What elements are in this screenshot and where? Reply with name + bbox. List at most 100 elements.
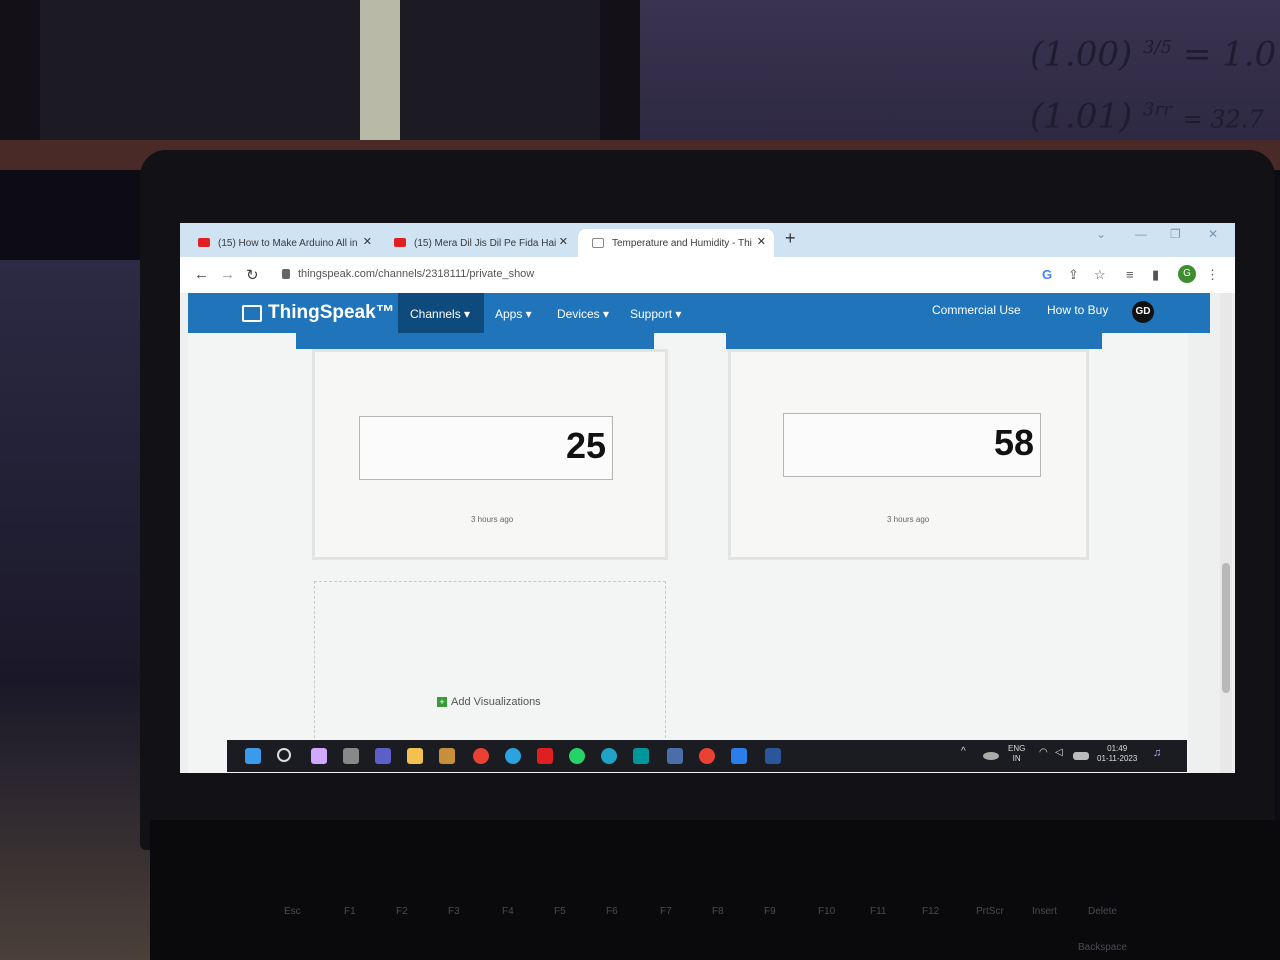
browser-tab[interactable]: (15) Mera Dil Jis Dil Pe Fida Hai ✕ bbox=[380, 229, 576, 257]
add-visualizations-link[interactable]: + Add Visualizations bbox=[437, 696, 541, 708]
windows-start-icon[interactable] bbox=[245, 748, 261, 764]
key-f5: F5 bbox=[554, 906, 566, 917]
address-bar[interactable]: thingspeak.com/channels/2318111/private_… bbox=[268, 263, 1068, 287]
side-panel-icon[interactable]: ▮ bbox=[1152, 267, 1159, 283]
browser-tab[interactable]: (15) How to Make Arduino All in ✕ bbox=[184, 229, 380, 257]
user-avatar[interactable]: GD bbox=[1132, 301, 1154, 323]
edge-icon[interactable] bbox=[601, 748, 617, 764]
share-icon[interactable]: ⇪ bbox=[1068, 267, 1079, 283]
forward-arrow-icon[interactable]: → bbox=[220, 266, 235, 283]
youtube-icon bbox=[198, 238, 210, 247]
chevron-down-icon[interactable]: ⌄ bbox=[1096, 227, 1106, 241]
nav-devices[interactable]: Devices ▾ bbox=[557, 307, 609, 321]
tab-title: (15) How to Make Arduino All in bbox=[218, 237, 358, 249]
back-arrow-icon[interactable]: ← bbox=[194, 266, 209, 283]
thingspeak-icon bbox=[592, 238, 604, 248]
key-backspace: Backspace bbox=[1078, 942, 1127, 953]
key-delete: Delete bbox=[1088, 906, 1117, 917]
word-icon[interactable] bbox=[765, 748, 781, 764]
key-f2: F2 bbox=[396, 906, 408, 917]
youtube-icon bbox=[394, 238, 406, 247]
menu-dots-icon[interactable]: ⋮ bbox=[1206, 267, 1219, 283]
key-f4: F4 bbox=[502, 906, 514, 917]
file-explorer-icon[interactable] bbox=[407, 748, 423, 764]
onedrive-icon[interactable] bbox=[983, 752, 999, 760]
key-f10: F10 bbox=[818, 906, 836, 917]
key-f7: F7 bbox=[660, 906, 672, 917]
page-scrollbar[interactable] bbox=[1220, 293, 1232, 773]
chrome-icon[interactable] bbox=[699, 748, 715, 764]
tab-title: Temperature and Humidity - Thi bbox=[612, 237, 752, 249]
channel-content: 25 3 hours ago 58 3 hours ago + Add Visu… bbox=[188, 333, 1188, 773]
youtube-icon[interactable] bbox=[537, 748, 553, 764]
browser-tab-active[interactable]: Temperature and Humidity - Thi ✕ bbox=[578, 229, 774, 257]
whatsapp-icon[interactable] bbox=[569, 748, 585, 764]
volume-icon[interactable]: ◁ bbox=[1055, 747, 1071, 763]
key-f12: F12 bbox=[922, 906, 940, 917]
plus-icon: + bbox=[437, 697, 447, 707]
wall-pipe bbox=[360, 0, 400, 150]
key-f8: F8 bbox=[712, 906, 724, 917]
language-indicator[interactable]: ENG IN bbox=[1008, 744, 1025, 764]
google-icon[interactable]: G bbox=[1042, 267, 1052, 282]
task-view-icon[interactable] bbox=[343, 748, 359, 764]
last-updated: 3 hours ago bbox=[887, 515, 930, 524]
wall-handwriting: (1.00) 3/5 = 1.0 (1.01) 3rr = 32.7 bbox=[1030, 34, 1277, 137]
nav-channels[interactable]: Channels ▾ bbox=[410, 307, 470, 321]
close-window-icon[interactable]: ✕ bbox=[1208, 227, 1218, 241]
key-esc: Esc bbox=[284, 906, 301, 917]
profile-avatar[interactable]: G bbox=[1178, 265, 1196, 283]
lock-icon bbox=[282, 269, 290, 279]
store-icon[interactable] bbox=[439, 748, 455, 764]
numeric-widget-temperature: 25 3 hours ago bbox=[312, 349, 668, 560]
key-f3: F3 bbox=[448, 906, 460, 917]
arduino-icon[interactable] bbox=[633, 748, 649, 764]
tab-title: (15) Mera Dil Jis Dil Pe Fida Hai bbox=[414, 237, 557, 249]
key-f1: F1 bbox=[344, 906, 356, 917]
minimize-icon[interactable]: — bbox=[1135, 227, 1147, 241]
telegram-icon[interactable] bbox=[505, 748, 521, 764]
scrollbar-thumb[interactable] bbox=[1222, 563, 1230, 693]
temperature-value: 25 bbox=[565, 425, 606, 466]
laptop-screen: (15) How to Make Arduino All in ✕ (15) M… bbox=[180, 223, 1235, 773]
clock[interactable]: 01:49 01-11-2023 bbox=[1097, 744, 1137, 764]
close-tab-icon[interactable]: ✕ bbox=[559, 235, 568, 248]
restore-icon[interactable]: ❐ bbox=[1170, 227, 1181, 241]
widget-header-temperature bbox=[296, 333, 654, 349]
thingspeak-logo[interactable]: ThingSpeak™ bbox=[242, 302, 395, 324]
chrome-icon[interactable] bbox=[473, 748, 489, 764]
key-f11: F11 bbox=[870, 906, 887, 917]
nav-apps[interactable]: Apps ▾ bbox=[495, 307, 532, 321]
editor-icon[interactable] bbox=[731, 748, 747, 764]
widget-header-humidity bbox=[726, 333, 1102, 349]
new-tab-button[interactable]: + bbox=[785, 228, 796, 249]
key-f6: F6 bbox=[606, 906, 618, 917]
reload-icon[interactable]: ↻ bbox=[246, 266, 259, 284]
bookmark-star-icon[interactable]: ☆ bbox=[1094, 267, 1106, 283]
numeric-display: 25 bbox=[359, 416, 613, 480]
numeric-widget-humidity: 58 3 hours ago bbox=[728, 349, 1089, 560]
close-tab-icon[interactable]: ✕ bbox=[757, 235, 766, 248]
battery-icon[interactable] bbox=[1073, 752, 1089, 760]
url-text: thingspeak.com/channels/2318111/private_… bbox=[298, 268, 535, 280]
wifi-icon[interactable]: ◠ bbox=[1039, 747, 1055, 763]
reading-list-icon[interactable]: ≡ bbox=[1126, 267, 1134, 282]
nav-how-to-buy[interactable]: How to Buy bbox=[1047, 303, 1108, 317]
close-tab-icon[interactable]: ✕ bbox=[363, 235, 372, 248]
thingspeak-navbar: ThingSpeak™ Channels ▾ Apps ▾ Devices ▾ … bbox=[188, 293, 1210, 335]
add-visualization-panel: + Add Visualizations bbox=[314, 581, 666, 763]
browser-toolbar: ← → ↻ thingspeak.com/channels/2318111/pr… bbox=[180, 257, 1235, 293]
meet-icon[interactable] bbox=[375, 748, 391, 764]
search-icon[interactable] bbox=[277, 748, 291, 762]
chat-bubble-icon bbox=[242, 304, 262, 322]
notification-bell-icon[interactable]: ♫ bbox=[1153, 747, 1169, 763]
keyboard: Esc F1 F2 F3 F4 F5 F6 F7 F8 F9 F10 F11 F… bbox=[250, 890, 1210, 960]
network-app-icon[interactable] bbox=[667, 748, 683, 764]
humidity-value: 58 bbox=[993, 422, 1034, 463]
copilot-icon[interactable] bbox=[311, 748, 327, 764]
nav-support[interactable]: Support ▾ bbox=[630, 307, 681, 321]
windows-taskbar: ^ ENG IN ◠ ◁ 01:49 01-11-2023 ♫ bbox=[227, 740, 1187, 772]
nav-commercial-use[interactable]: Commercial Use bbox=[932, 303, 1021, 317]
browser-tab-bar: (15) How to Make Arduino All in ✕ (15) M… bbox=[180, 223, 1235, 257]
chevron-up-icon[interactable]: ^ bbox=[961, 746, 977, 762]
